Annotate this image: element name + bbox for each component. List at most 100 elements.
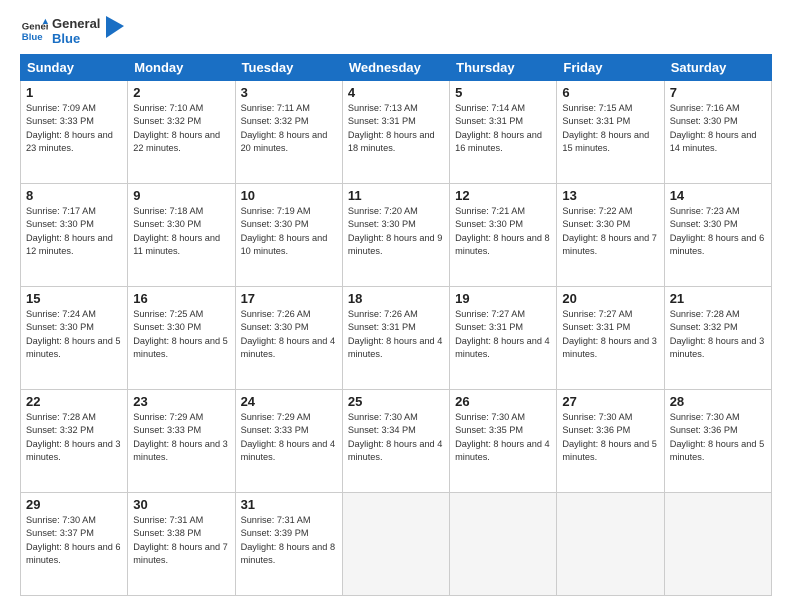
day-number: 5 bbox=[455, 85, 551, 100]
day-number: 8 bbox=[26, 188, 122, 203]
week-row-5: 29Sunrise: 7:30 AMSunset: 3:37 PMDayligh… bbox=[21, 493, 772, 596]
calendar-cell: 6 Sunrise: 7:15 AMSunset: 3:31 PMDaylight… bbox=[557, 81, 664, 184]
calendar-cell: 25Sunrise: 7:30 AMSunset: 3:34 PMDayligh… bbox=[342, 390, 449, 493]
day-number: 19 bbox=[455, 291, 551, 306]
calendar-cell: 11Sunrise: 7:20 AMSunset: 3:30 PMDayligh… bbox=[342, 184, 449, 287]
col-header-tuesday: Tuesday bbox=[235, 55, 342, 81]
calendar-cell: 18Sunrise: 7:26 AMSunset: 3:31 PMDayligh… bbox=[342, 287, 449, 390]
day-info: Sunrise: 7:09 AMSunset: 3:33 PMDaylight:… bbox=[26, 102, 122, 155]
day-number: 30 bbox=[133, 497, 229, 512]
day-info: Sunrise: 7:24 AMSunset: 3:30 PMDaylight:… bbox=[26, 308, 122, 361]
day-info: Sunrise: 7:18 AMSunset: 3:30 PMDaylight:… bbox=[133, 205, 229, 258]
day-number: 23 bbox=[133, 394, 229, 409]
calendar-cell bbox=[557, 493, 664, 596]
logo-general: General bbox=[52, 16, 100, 31]
day-info: Sunrise: 7:20 AMSunset: 3:30 PMDaylight:… bbox=[348, 205, 444, 258]
day-info: Sunrise: 7:30 AMSunset: 3:37 PMDaylight:… bbox=[26, 514, 122, 567]
day-number: 28 bbox=[670, 394, 766, 409]
col-header-thursday: Thursday bbox=[450, 55, 557, 81]
day-info: Sunrise: 7:16 AMSunset: 3:30 PMDaylight:… bbox=[670, 102, 766, 155]
week-row-3: 15 Sunrise: 7:24 AMSunset: 3:30 PMDayligh… bbox=[21, 287, 772, 390]
day-number: 20 bbox=[562, 291, 658, 306]
day-info: Sunrise: 7:29 AMSunset: 3:33 PMDaylight:… bbox=[133, 411, 229, 464]
calendar-cell: 3 Sunrise: 7:11 AMSunset: 3:32 PMDaylight… bbox=[235, 81, 342, 184]
calendar-cell: 28 Sunrise: 7:30 AMSunset: 3:36 PMDayligh… bbox=[664, 390, 771, 493]
header-row: SundayMondayTuesdayWednesdayThursdayFrid… bbox=[21, 55, 772, 81]
calendar-cell: 13Sunrise: 7:22 AMSunset: 3:30 PMDayligh… bbox=[557, 184, 664, 287]
svg-text:Blue: Blue bbox=[22, 32, 43, 43]
day-info: Sunrise: 7:26 AMSunset: 3:30 PMDaylight:… bbox=[241, 308, 337, 361]
calendar-cell: 29Sunrise: 7:30 AMSunset: 3:37 PMDayligh… bbox=[21, 493, 128, 596]
col-header-monday: Monday bbox=[128, 55, 235, 81]
calendar-cell: 14 Sunrise: 7:23 AMSunset: 3:30 PMDayligh… bbox=[664, 184, 771, 287]
logo-blue: Blue bbox=[52, 31, 100, 46]
day-info: Sunrise: 7:30 AMSunset: 3:36 PMDaylight:… bbox=[670, 411, 766, 464]
day-info: Sunrise: 7:10 AMSunset: 3:32 PMDaylight:… bbox=[133, 102, 229, 155]
day-number: 7 bbox=[670, 85, 766, 100]
calendar: SundayMondayTuesdayWednesdayThursdayFrid… bbox=[20, 54, 772, 596]
day-info: Sunrise: 7:27 AMSunset: 3:31 PMDaylight:… bbox=[562, 308, 658, 361]
header: General Blue General Blue bbox=[20, 16, 772, 46]
calendar-cell: 10 Sunrise: 7:19 AMSunset: 3:30 PMDayligh… bbox=[235, 184, 342, 287]
day-number: 15 bbox=[26, 291, 122, 306]
day-info: Sunrise: 7:31 AMSunset: 3:39 PMDaylight:… bbox=[241, 514, 337, 567]
page: General Blue General Blue SundayMondayTu… bbox=[0, 0, 792, 612]
day-number: 3 bbox=[241, 85, 337, 100]
day-number: 1 bbox=[26, 85, 122, 100]
day-info: Sunrise: 7:31 AMSunset: 3:38 PMDaylight:… bbox=[133, 514, 229, 567]
day-number: 4 bbox=[348, 85, 444, 100]
day-info: Sunrise: 7:22 AMSunset: 3:30 PMDaylight:… bbox=[562, 205, 658, 258]
calendar-cell: 12 Sunrise: 7:21 AMSunset: 3:30 PMDayligh… bbox=[450, 184, 557, 287]
week-row-4: 22 Sunrise: 7:28 AMSunset: 3:32 PMDayligh… bbox=[21, 390, 772, 493]
logo-arrow-icon bbox=[106, 16, 124, 38]
calendar-cell: 9 Sunrise: 7:18 AMSunset: 3:30 PMDaylight… bbox=[128, 184, 235, 287]
day-info: Sunrise: 7:21 AMSunset: 3:30 PMDaylight:… bbox=[455, 205, 551, 258]
logo-icon: General Blue bbox=[20, 17, 48, 45]
col-header-friday: Friday bbox=[557, 55, 664, 81]
calendar-cell: 27Sunrise: 7:30 AMSunset: 3:36 PMDayligh… bbox=[557, 390, 664, 493]
day-number: 17 bbox=[241, 291, 337, 306]
day-info: Sunrise: 7:19 AMSunset: 3:30 PMDaylight:… bbox=[241, 205, 337, 258]
day-info: Sunrise: 7:25 AMSunset: 3:30 PMDaylight:… bbox=[133, 308, 229, 361]
calendar-cell: 30 Sunrise: 7:31 AMSunset: 3:38 PMDayligh… bbox=[128, 493, 235, 596]
week-row-2: 8 Sunrise: 7:17 AMSunset: 3:30 PMDaylight… bbox=[21, 184, 772, 287]
day-number: 9 bbox=[133, 188, 229, 203]
day-number: 27 bbox=[562, 394, 658, 409]
day-number: 2 bbox=[133, 85, 229, 100]
day-number: 31 bbox=[241, 497, 337, 512]
col-header-saturday: Saturday bbox=[664, 55, 771, 81]
calendar-cell: 1 Sunrise: 7:09 AMSunset: 3:33 PMDaylight… bbox=[21, 81, 128, 184]
day-info: Sunrise: 7:30 AMSunset: 3:35 PMDaylight:… bbox=[455, 411, 551, 464]
day-info: Sunrise: 7:11 AMSunset: 3:32 PMDaylight:… bbox=[241, 102, 337, 155]
day-number: 12 bbox=[455, 188, 551, 203]
week-row-1: 1 Sunrise: 7:09 AMSunset: 3:33 PMDaylight… bbox=[21, 81, 772, 184]
day-info: Sunrise: 7:28 AMSunset: 3:32 PMDaylight:… bbox=[26, 411, 122, 464]
day-info: Sunrise: 7:17 AMSunset: 3:30 PMDaylight:… bbox=[26, 205, 122, 258]
logo: General Blue General Blue bbox=[20, 16, 124, 46]
calendar-cell: 19Sunrise: 7:27 AMSunset: 3:31 PMDayligh… bbox=[450, 287, 557, 390]
calendar-cell bbox=[450, 493, 557, 596]
calendar-cell: 17 Sunrise: 7:26 AMSunset: 3:30 PMDayligh… bbox=[235, 287, 342, 390]
day-info: Sunrise: 7:15 AMSunset: 3:31 PMDaylight:… bbox=[562, 102, 658, 155]
calendar-cell: 2 Sunrise: 7:10 AMSunset: 3:32 PMDaylight… bbox=[128, 81, 235, 184]
calendar-cell: 26 Sunrise: 7:30 AMSunset: 3:35 PMDayligh… bbox=[450, 390, 557, 493]
calendar-cell: 24Sunrise: 7:29 AMSunset: 3:33 PMDayligh… bbox=[235, 390, 342, 493]
day-number: 16 bbox=[133, 291, 229, 306]
calendar-cell: 4 Sunrise: 7:13 AMSunset: 3:31 PMDaylight… bbox=[342, 81, 449, 184]
day-info: Sunrise: 7:30 AMSunset: 3:34 PMDaylight:… bbox=[348, 411, 444, 464]
calendar-cell: 16 Sunrise: 7:25 AMSunset: 3:30 PMDayligh… bbox=[128, 287, 235, 390]
calendar-cell: 8 Sunrise: 7:17 AMSunset: 3:30 PMDaylight… bbox=[21, 184, 128, 287]
calendar-cell: 7 Sunrise: 7:16 AMSunset: 3:30 PMDaylight… bbox=[664, 81, 771, 184]
day-number: 10 bbox=[241, 188, 337, 203]
day-number: 6 bbox=[562, 85, 658, 100]
day-number: 26 bbox=[455, 394, 551, 409]
day-info: Sunrise: 7:28 AMSunset: 3:32 PMDaylight:… bbox=[670, 308, 766, 361]
calendar-cell: 5Sunrise: 7:14 AMSunset: 3:31 PMDaylight… bbox=[450, 81, 557, 184]
calendar-cell: 20 Sunrise: 7:27 AMSunset: 3:31 PMDayligh… bbox=[557, 287, 664, 390]
calendar-cell: 21Sunrise: 7:28 AMSunset: 3:32 PMDayligh… bbox=[664, 287, 771, 390]
day-info: Sunrise: 7:23 AMSunset: 3:30 PMDaylight:… bbox=[670, 205, 766, 258]
day-number: 14 bbox=[670, 188, 766, 203]
day-number: 22 bbox=[26, 394, 122, 409]
day-info: Sunrise: 7:13 AMSunset: 3:31 PMDaylight:… bbox=[348, 102, 444, 155]
col-header-wednesday: Wednesday bbox=[342, 55, 449, 81]
